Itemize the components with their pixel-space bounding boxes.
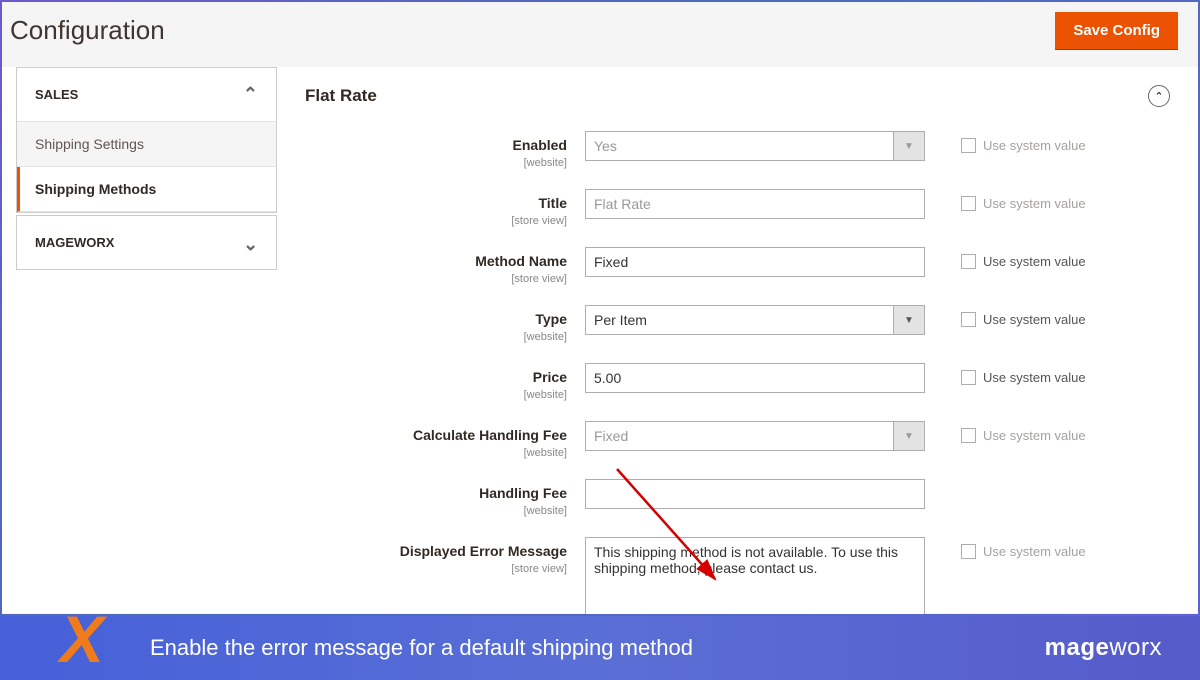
handling-select[interactable]: ▼: [585, 421, 925, 451]
use-system-label: Use system value: [983, 254, 1086, 269]
row-method-name: Method Name [store view] Use system valu…: [305, 247, 1170, 285]
section-title: Flat Rate: [305, 86, 377, 106]
section-header: Flat Rate ⌃: [305, 85, 1170, 131]
enabled-value[interactable]: [585, 131, 893, 161]
row-enabled: Enabled [website] ▼ Use system value: [305, 131, 1170, 169]
footer-caption: Enable the error message for a default s…: [150, 635, 693, 661]
method-name-input[interactable]: [585, 247, 925, 277]
row-title: Title [store view] Use system value: [305, 189, 1170, 227]
chevron-up-icon: ⌃: [243, 84, 258, 105]
form-rows: Enabled [website] ▼ Use system value: [305, 131, 1170, 614]
footer-banner: X Enable the error message for a default…: [0, 616, 1200, 680]
sidebar-group-mageworx-header[interactable]: MAGEWORX ⌃: [17, 216, 276, 269]
use-system-checkbox[interactable]: [961, 428, 976, 443]
sidebar-item-label: Shipping Settings: [17, 122, 276, 166]
field-label: Title: [538, 195, 567, 211]
use-system-checkbox[interactable]: [961, 312, 976, 327]
field-label: Handling Fee: [479, 485, 567, 501]
save-config-button[interactable]: Save Config: [1055, 12, 1178, 49]
sidebar-group-label: SALES: [35, 87, 78, 102]
sidebar-group-sales-header[interactable]: SALES ⌃: [17, 68, 276, 122]
error-message-textarea[interactable]: [585, 537, 925, 614]
use-system-label: Use system value: [983, 196, 1086, 211]
field-label: Displayed Error Message: [400, 543, 567, 559]
use-system-label: Use system value: [983, 544, 1086, 559]
chevron-down-icon: ⌃: [243, 232, 258, 253]
field-label: Calculate Handling Fee: [413, 427, 567, 443]
use-system-checkbox[interactable]: [961, 370, 976, 385]
field-label: Type: [535, 311, 567, 327]
field-scope: [website]: [305, 157, 567, 169]
enabled-select[interactable]: ▼: [585, 131, 925, 161]
field-scope: [website]: [305, 389, 567, 401]
field-label: Enabled: [513, 137, 567, 153]
handling-fee-input[interactable]: [585, 479, 925, 509]
row-type: Type [website] ▼ Use system value: [305, 305, 1170, 343]
row-error-message: Displayed Error Message [store view] Use…: [305, 537, 1170, 614]
sidebar-item-label: Shipping Methods: [20, 167, 276, 211]
handling-value[interactable]: [585, 421, 893, 451]
admin-panel: Configuration Save Config SALES ⌃ Shippi…: [2, 2, 1198, 614]
sidebar: SALES ⌃ Shipping Settings Shipping Metho…: [2, 67, 277, 613]
title-input[interactable]: [585, 189, 925, 219]
sidebar-group-label: MAGEWORX: [35, 235, 114, 250]
main-form: Flat Rate ⌃ Enabled [website] ▼: [277, 67, 1198, 613]
price-input[interactable]: [585, 363, 925, 393]
collapse-section-icon[interactable]: ⌃: [1148, 85, 1170, 107]
use-system-checkbox[interactable]: [961, 138, 976, 153]
type-select[interactable]: ▼: [585, 305, 925, 335]
sidebar-group-sales: SALES ⌃ Shipping Settings Shipping Metho…: [16, 67, 277, 213]
field-scope: [website]: [305, 447, 567, 459]
type-value[interactable]: [585, 305, 893, 335]
dropdown-caret-icon: ▼: [893, 421, 925, 451]
sidebar-item-shipping-settings[interactable]: Shipping Settings: [17, 122, 276, 167]
sidebar-item-shipping-methods[interactable]: Shipping Methods: [17, 167, 276, 212]
sidebar-group-mageworx: MAGEWORX ⌃: [16, 215, 277, 270]
field-scope: [store view]: [305, 215, 567, 227]
use-system-label: Use system value: [983, 370, 1086, 385]
use-system-label: Use system value: [983, 428, 1086, 443]
brand-x-icon: X: [60, 606, 98, 672]
row-handling-fee: Handling Fee [website]: [305, 479, 1170, 517]
field-scope: [website]: [305, 505, 567, 517]
page-title: Configuration: [10, 15, 165, 46]
use-system-checkbox[interactable]: [961, 254, 976, 269]
footer-brand-logo: mageworx: [1045, 634, 1162, 662]
use-system-checkbox[interactable]: [961, 544, 976, 559]
field-label: Method Name: [475, 253, 567, 269]
field-scope: [store view]: [305, 273, 567, 285]
field-label: Price: [533, 369, 567, 385]
row-handling: Calculate Handling Fee [website] ▼ Use s…: [305, 421, 1170, 459]
header-bar: Configuration Save Config: [2, 2, 1198, 67]
use-system-label: Use system value: [983, 312, 1086, 327]
row-price: Price [website] Use system value: [305, 363, 1170, 401]
dropdown-caret-icon: ▼: [893, 305, 925, 335]
use-system-checkbox[interactable]: [961, 196, 976, 211]
use-system-label: Use system value: [983, 138, 1086, 153]
content-area: SALES ⌃ Shipping Settings Shipping Metho…: [2, 67, 1198, 613]
field-scope: [website]: [305, 331, 567, 343]
field-scope: [store view]: [305, 563, 567, 575]
dropdown-caret-icon: ▼: [893, 131, 925, 161]
